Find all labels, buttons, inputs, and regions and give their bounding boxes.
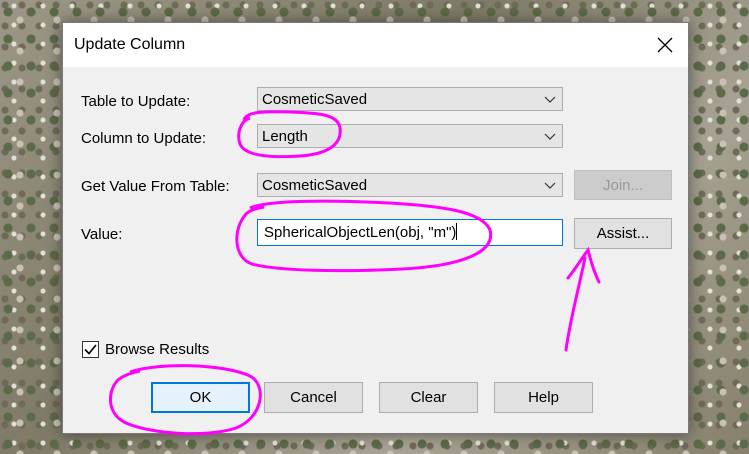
join-button[interactable]: Join... — [574, 170, 672, 200]
clear-button[interactable]: Clear — [379, 382, 478, 413]
get-value-from-table-label: Get Value From Table: — [81, 178, 230, 195]
title-bar: Update Column — [63, 23, 688, 67]
value-input-text: SphericalObjectLen(obj, "m") — [264, 224, 457, 241]
value-input[interactable]: SphericalObjectLen(obj, "m") — [257, 219, 563, 246]
chevron-down-icon — [544, 182, 556, 189]
cancel-button[interactable]: Cancel — [264, 382, 363, 413]
assist-button[interactable]: Assist... — [574, 218, 672, 249]
value-label: Value: — [81, 226, 123, 243]
column-to-update-value: Length — [262, 128, 308, 145]
help-button[interactable]: Help — [494, 382, 593, 413]
dialog-title: Update Column — [74, 36, 186, 53]
get-value-from-table-select[interactable]: CosmeticSaved — [257, 173, 563, 197]
close-icon — [657, 37, 673, 53]
checkmark-icon — [84, 344, 97, 355]
column-to-update-select[interactable]: Length — [257, 124, 563, 148]
close-button[interactable] — [642, 23, 688, 67]
update-column-dialog: Update Column Table to Update: CosmeticS… — [62, 22, 689, 434]
browse-results-checkbox[interactable] — [82, 341, 99, 358]
table-to-update-select[interactable]: CosmeticSaved — [257, 87, 563, 111]
browse-results-label: Browse Results — [105, 341, 210, 358]
text-caret — [456, 223, 458, 240]
chevron-down-icon — [544, 133, 556, 140]
table-to-update-value: CosmeticSaved — [262, 91, 368, 108]
column-to-update-label: Column to Update: — [81, 130, 207, 147]
get-value-from-table-value: CosmeticSaved — [262, 177, 368, 194]
table-to-update-label: Table to Update: — [81, 93, 191, 110]
chevron-down-icon — [544, 96, 556, 103]
ok-button[interactable]: OK — [151, 382, 250, 413]
